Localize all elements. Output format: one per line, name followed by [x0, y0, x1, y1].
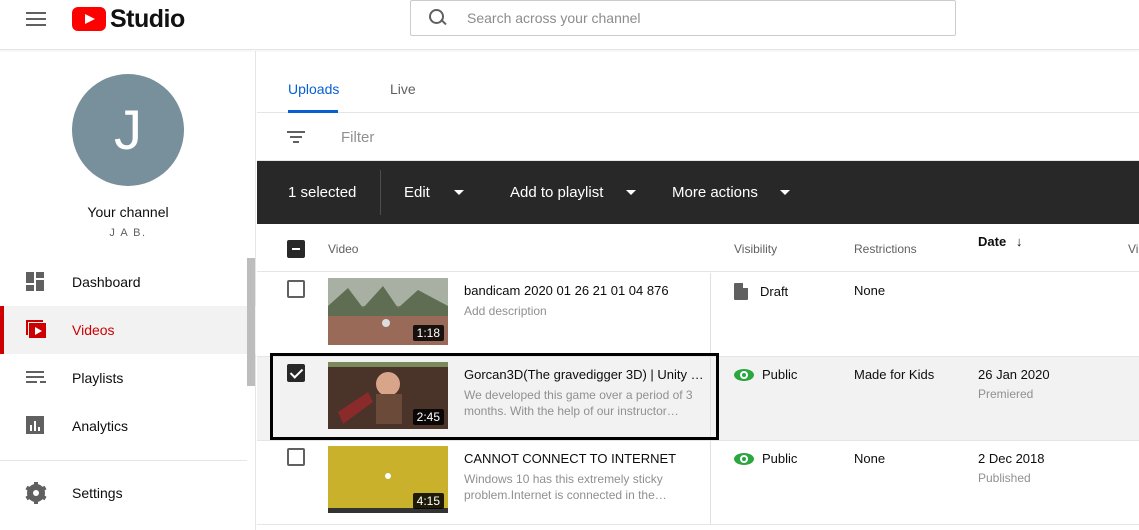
sort-arrow-down-icon: ↓ — [1015, 234, 1023, 249]
video-thumbnail[interactable]: 4:15 — [328, 446, 448, 513]
menu-icon[interactable] — [26, 12, 46, 28]
table-row[interactable]: 4:15 CANNOT CONNECT TO INTERNET Windows … — [257, 441, 1139, 525]
selected-count-label: 1 selected — [288, 184, 357, 201]
add-to-playlist-dropdown[interactable]: Add to playlist — [510, 161, 637, 224]
column-video[interactable]: Video — [328, 242, 358, 256]
main-content: Uploads Live 1 selected Edit Add to play… — [257, 51, 1139, 530]
restrictions-cell: Made for Kids — [854, 367, 935, 382]
sidebar: J Your channel J A B. Dashboard Videos P… — [0, 51, 256, 530]
date-status: Published — [978, 471, 1031, 485]
visibility-cell[interactable]: Public — [734, 451, 797, 466]
sidebar-item-playlists[interactable]: Playlists — [0, 354, 256, 402]
visibility-cell[interactable]: Public — [734, 367, 797, 382]
visibility-label: Public — [762, 451, 798, 466]
playlists-icon — [26, 368, 46, 388]
add-to-playlist-label: Add to playlist — [510, 184, 604, 201]
filter-input[interactable] — [341, 128, 741, 146]
dashboard-icon — [26, 272, 46, 292]
settings-icon — [25, 482, 47, 504]
filter-icon[interactable] — [287, 131, 305, 143]
row-checkbox[interactable] — [287, 364, 305, 382]
filter-bar — [257, 114, 1139, 161]
action-divider — [380, 170, 381, 215]
tab-uploads[interactable]: Uploads — [288, 81, 339, 113]
sidebar-item-label: Analytics — [72, 418, 129, 434]
eye-icon — [734, 452, 754, 465]
video-thumbnail[interactable]: 1:18 — [328, 278, 448, 345]
top-bar: Studio — [0, 0, 1139, 50]
sidebar-item-settings[interactable]: Settings — [0, 469, 256, 517]
visibility-label: Draft — [760, 284, 789, 299]
row-checkbox[interactable] — [287, 448, 305, 466]
channel-title: Your channel — [87, 204, 169, 220]
bulk-action-bar: 1 selected Edit Add to playlist More act… — [257, 161, 1139, 224]
studio-logo[interactable]: Studio — [72, 4, 185, 33]
column-divider — [710, 273, 711, 357]
restrictions-cell: None — [854, 283, 886, 298]
sidebar-item-dashboard[interactable]: Dashboard — [0, 258, 256, 306]
chevron-down-icon — [453, 190, 464, 195]
video-description[interactable]: Add description — [464, 303, 696, 335]
column-visibility[interactable]: Visibility — [734, 242, 777, 256]
more-actions-label: More actions — [672, 184, 758, 201]
sidebar-item-analytics[interactable]: Analytics — [0, 402, 256, 450]
visibility-cell[interactable]: Draft — [734, 283, 788, 300]
video-description[interactable]: Windows 10 has this extremely sticky pro… — [464, 471, 696, 503]
video-duration: 1:18 — [412, 325, 444, 341]
video-duration: 2:45 — [412, 409, 444, 425]
video-duration: 4:15 — [412, 493, 444, 509]
column-date-label: Date — [978, 234, 1007, 249]
search-input[interactable] — [467, 10, 927, 26]
draft-icon — [734, 283, 748, 300]
sidebar-item-label: Playlists — [72, 370, 124, 386]
eye-icon — [734, 368, 754, 381]
more-actions-dropdown[interactable]: More actions — [672, 161, 790, 224]
tab-live[interactable]: Live — [390, 81, 416, 113]
logo-text: Studio — [110, 4, 185, 33]
sidebar-divider — [0, 460, 247, 461]
edit-dropdown[interactable]: Edit — [404, 161, 464, 224]
table-row[interactable]: 1:18 bandicam 2020 01 26 21 01 04 876 Ad… — [257, 273, 1139, 357]
chevron-down-icon — [779, 190, 790, 195]
table-row[interactable]: 2:45 Gorcan3D(The gravedigger 3D) | Unit… — [257, 357, 1139, 441]
edit-label: Edit — [404, 184, 430, 201]
column-restrictions[interactable]: Restrictions — [854, 242, 917, 256]
video-title[interactable]: CANNOT CONNECT TO INTERNET — [464, 451, 704, 466]
videos-icon — [26, 320, 46, 340]
search-icon[interactable] — [429, 9, 447, 27]
content-tabs: Uploads Live — [257, 51, 1139, 113]
avatar[interactable]: J — [72, 74, 184, 186]
visibility-label: Public — [762, 367, 798, 382]
video-title[interactable]: Gorcan3D(The gravedigger 3D) | Unity … — [464, 367, 704, 382]
column-date[interactable]: Date ↓ — [978, 234, 1022, 249]
date-cell: 26 Jan 2020 — [978, 367, 1050, 382]
column-divider — [710, 441, 711, 525]
row-checkbox[interactable] — [287, 280, 305, 298]
date-status: Premiered — [978, 387, 1034, 401]
chevron-down-icon — [626, 190, 637, 195]
table-header: Video Visibility Restrictions Date ↓ Vi — [257, 224, 1139, 272]
column-divider — [710, 357, 711, 441]
sidebar-item-videos[interactable]: Videos — [0, 306, 256, 354]
select-all-checkbox[interactable] — [287, 240, 305, 258]
video-description[interactable]: We developed this game over a period of … — [464, 387, 696, 419]
search-box[interactable] — [410, 0, 956, 36]
video-thumbnail[interactable]: 2:45 — [328, 362, 448, 429]
youtube-play-icon — [72, 7, 106, 31]
sidebar-item-label: Dashboard — [72, 274, 141, 290]
sidebar-scrollbar[interactable] — [247, 258, 255, 386]
analytics-icon — [26, 416, 46, 436]
selected-count: 1 selected — [288, 161, 356, 224]
sidebar-item-label: Videos — [72, 322, 115, 338]
sidebar-item-label: Settings — [72, 485, 123, 501]
channel-subtitle: J A B. — [109, 227, 147, 239]
column-views[interactable]: Vi — [1128, 242, 1138, 256]
video-title[interactable]: bandicam 2020 01 26 21 01 04 876 — [464, 283, 704, 298]
date-cell: 2 Dec 2018 — [978, 451, 1045, 466]
restrictions-cell: None — [854, 451, 886, 466]
